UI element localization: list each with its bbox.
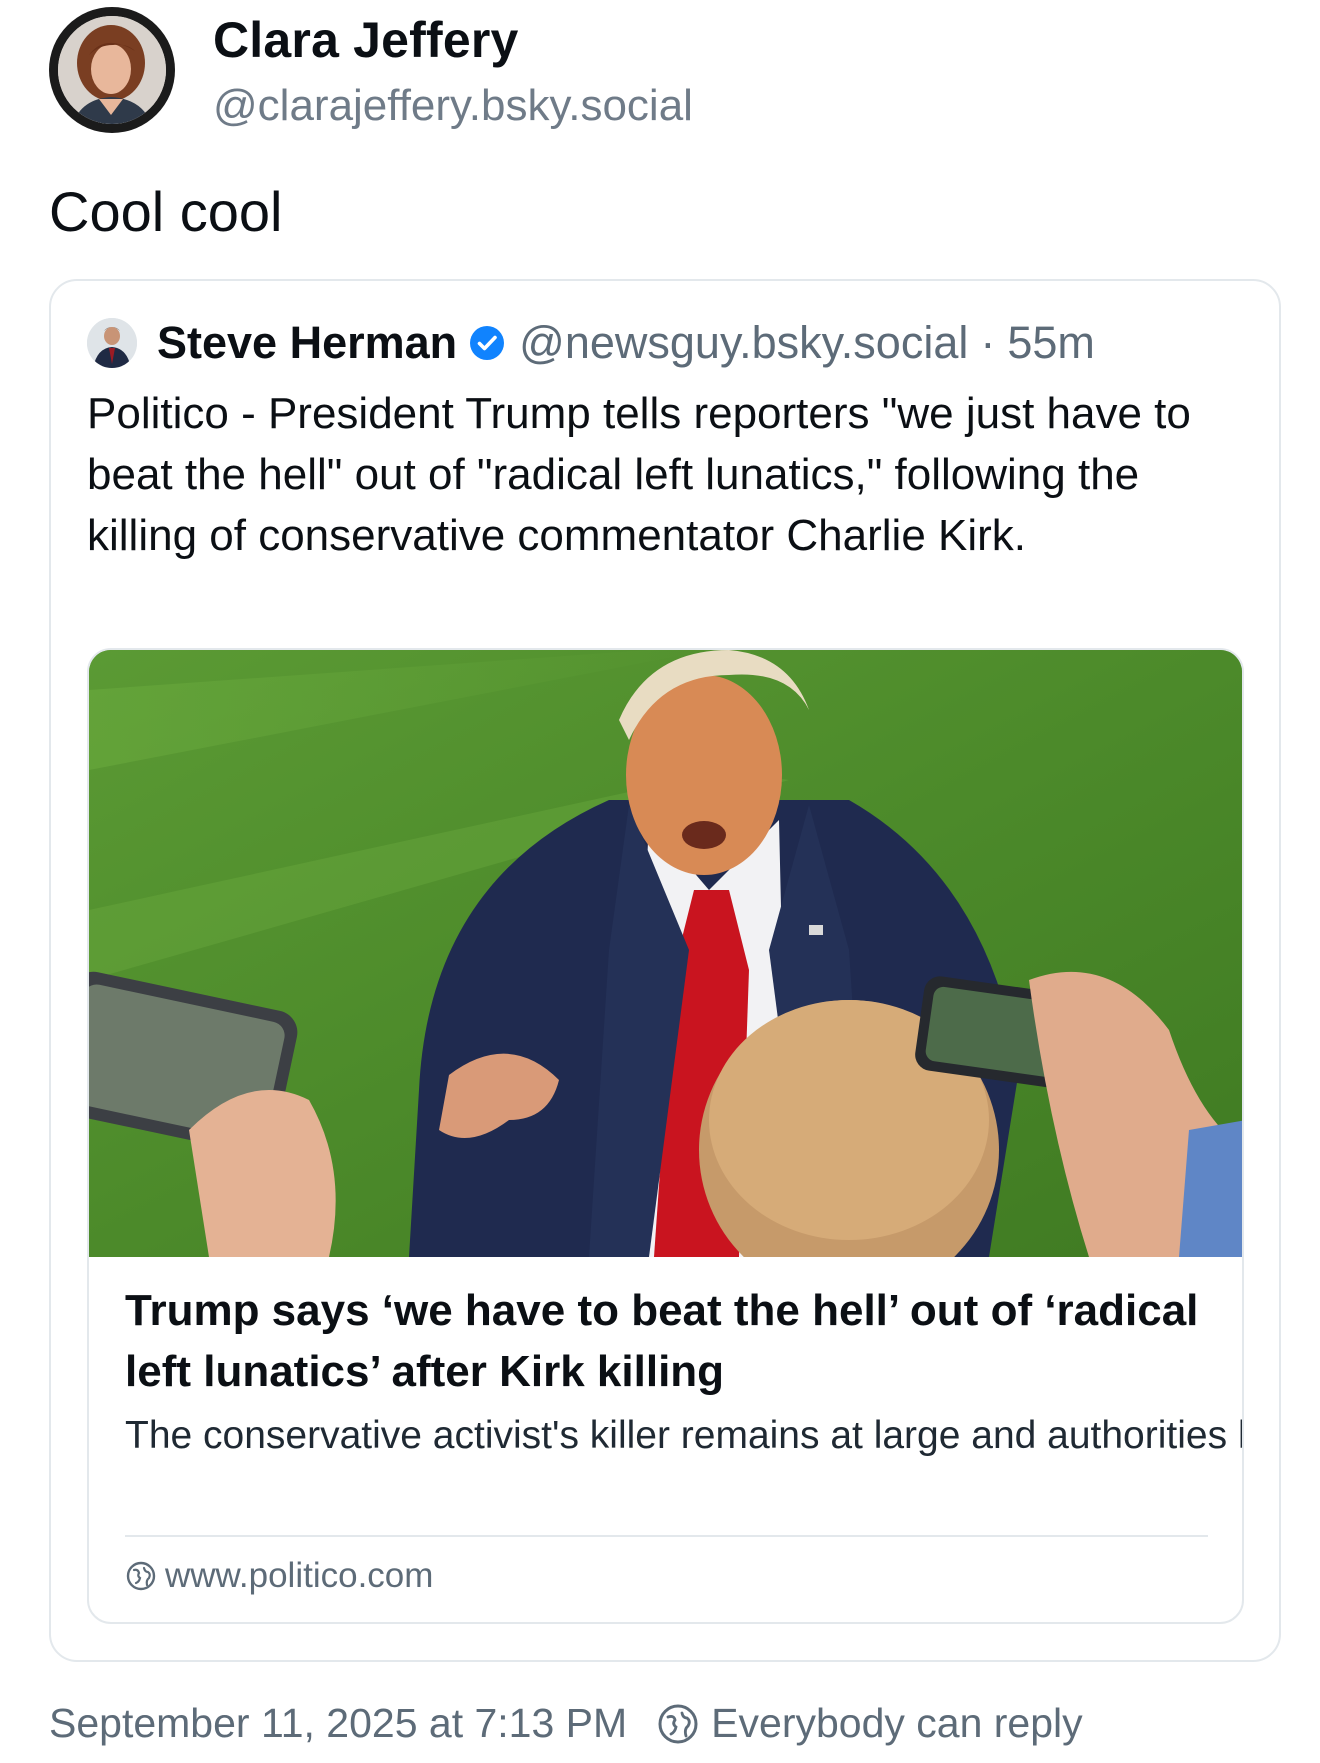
quoted-author-avatar[interactable]: [87, 318, 137, 368]
reply-setting[interactable]: Everybody can reply: [657, 1700, 1083, 1747]
quoted-author-name[interactable]: Steve Herman: [157, 317, 457, 369]
quoted-post-text: Politico - President Trump tells reporte…: [87, 389, 1191, 560]
earth-circle-icon: [657, 1703, 699, 1745]
author-name[interactable]: Clara Jeffery: [213, 13, 693, 68]
reply-setting-label: Everybody can reply: [711, 1700, 1083, 1746]
post-text: Cool cool: [49, 180, 283, 243]
globe-icon: [125, 1560, 157, 1592]
post-timestamp: September 11, 2025 at 7:13 PM: [49, 1700, 628, 1746]
author-handle[interactable]: @clarajeffery.bsky.social: [213, 80, 693, 133]
link-preview-image: [89, 650, 1242, 1257]
link-description: The conservative activist's killer remai…: [125, 1414, 1242, 1457]
quoted-post-card[interactable]: Steve Herman @newsguy.bsky.social · 55m …: [49, 279, 1281, 1662]
quoted-post-time[interactable]: 55m: [1007, 317, 1095, 369]
link-domain: www.politico.com: [165, 1556, 434, 1595]
post-author-header: Clara Jeffery @clarajeffery.bsky.social: [49, 7, 693, 133]
meta-separator: ·: [980, 317, 996, 368]
link-domain-row[interactable]: www.politico.com: [125, 1556, 433, 1596]
post-footer: September 11, 2025 at 7:13 PM Everybody …: [49, 1700, 1083, 1747]
link-title[interactable]: Trump says ‘we have to beat the hell’ ou…: [125, 1280, 1205, 1402]
verified-badge-icon: [469, 325, 505, 361]
link-divider: [125, 1535, 1208, 1537]
author-avatar[interactable]: [49, 7, 175, 133]
quoted-author-handle[interactable]: @newsguy.bsky.social: [519, 317, 968, 369]
quoted-post-header: Steve Herman @newsguy.bsky.social · 55m: [87, 317, 1095, 369]
link-preview-card[interactable]: Trump says ‘we have to beat the hell’ ou…: [87, 648, 1244, 1624]
